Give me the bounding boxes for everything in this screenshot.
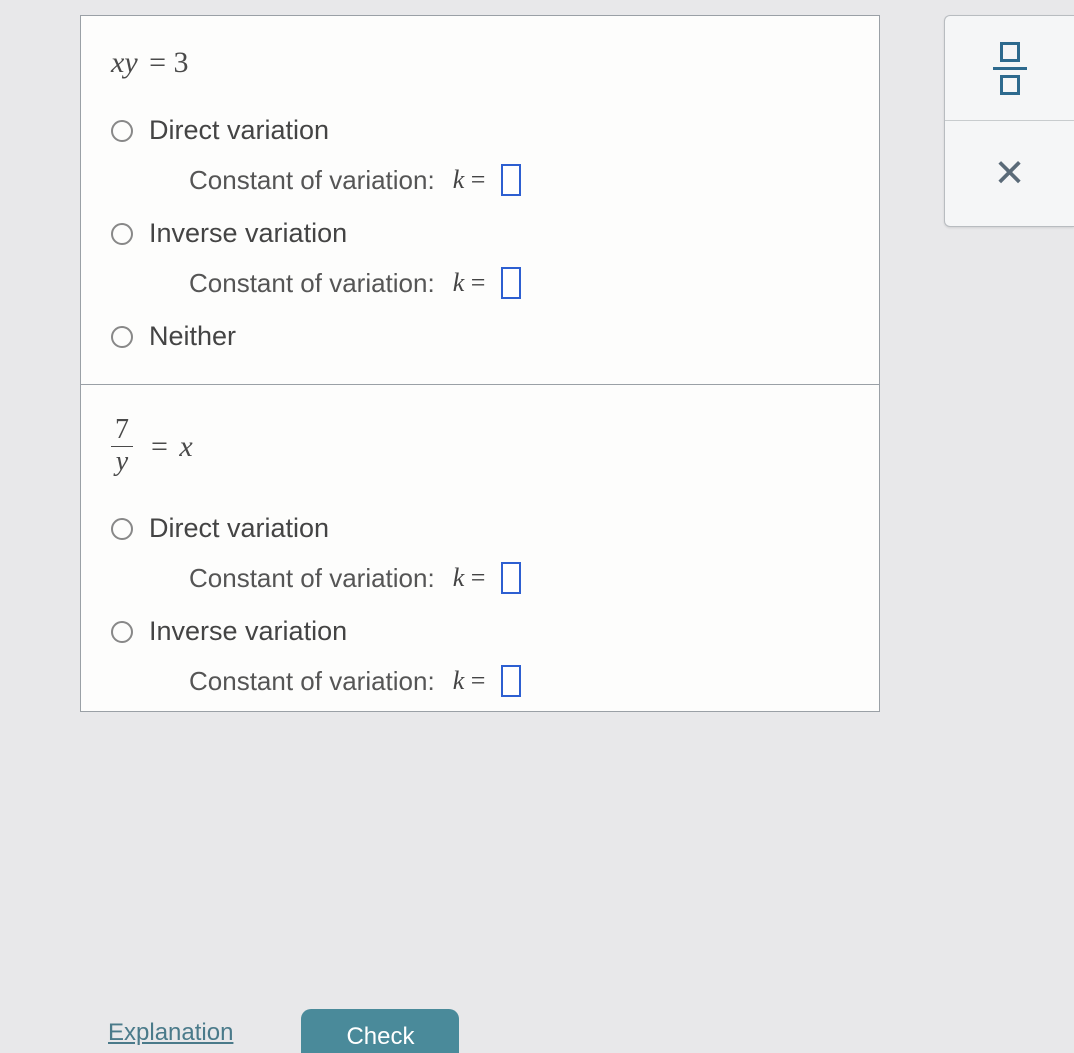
option-label: Neither: [149, 321, 236, 352]
question-card: xy = 3 Direct variation Constant of vari…: [80, 15, 880, 712]
option-inverse-1[interactable]: Inverse variation: [111, 218, 849, 249]
option-direct-1[interactable]: Direct variation: [111, 115, 849, 146]
option-neither-1[interactable]: Neither: [111, 321, 849, 352]
radio-icon[interactable]: [111, 518, 133, 540]
option-label: Inverse variation: [149, 218, 347, 249]
fraction-denominator: y: [112, 447, 132, 478]
problem-2: 7 y = x Direct variation Constant of var…: [81, 385, 879, 711]
answer-input-box[interactable]: [501, 562, 521, 594]
fraction-icon: [993, 42, 1027, 95]
constant-label: Constant of variation:: [189, 563, 435, 594]
tool-panel: ✕: [944, 15, 1074, 227]
option-label: Direct variation: [149, 513, 329, 544]
problem-1: xy = 3 Direct variation Constant of vari…: [81, 16, 879, 385]
fraction-numerator: 7: [111, 415, 133, 446]
explanation-button[interactable]: Explanation: [80, 1008, 261, 1053]
k-equals: k =: [453, 165, 486, 195]
option-inverse-2[interactable]: Inverse variation: [111, 616, 849, 647]
option-label: Direct variation: [149, 115, 329, 146]
radio-icon[interactable]: [111, 120, 133, 142]
constant-label: Constant of variation:: [189, 268, 435, 299]
constant-label: Constant of variation:: [189, 666, 435, 697]
answer-input-box[interactable]: [501, 267, 521, 299]
constant-row-direct-2: Constant of variation: k =: [189, 562, 849, 594]
radio-icon[interactable]: [111, 326, 133, 348]
constant-row-inverse-2: Constant of variation: k =: [189, 665, 849, 697]
constant-row-inverse-1: Constant of variation: k =: [189, 267, 849, 299]
equation-2: 7 y = x: [111, 415, 849, 478]
constant-label: Constant of variation:: [189, 165, 435, 196]
radio-icon[interactable]: [111, 223, 133, 245]
option-label: Inverse variation: [149, 616, 347, 647]
option-direct-2[interactable]: Direct variation: [111, 513, 849, 544]
check-button[interactable]: Check: [301, 1009, 459, 1053]
answer-input-box[interactable]: [501, 665, 521, 697]
close-tool-button[interactable]: ✕: [945, 121, 1074, 226]
radio-icon[interactable]: [111, 621, 133, 643]
bottom-button-row: Explanation Check: [80, 1008, 459, 1053]
k-equals: k =: [453, 563, 486, 593]
constant-row-direct-1: Constant of variation: k =: [189, 164, 849, 196]
close-icon: ✕: [994, 155, 1026, 193]
k-equals: k =: [453, 268, 486, 298]
answer-input-box[interactable]: [501, 164, 521, 196]
k-equals: k =: [453, 666, 486, 696]
fraction-tool-button[interactable]: [945, 16, 1074, 121]
equation-1: xy = 3: [111, 46, 849, 80]
